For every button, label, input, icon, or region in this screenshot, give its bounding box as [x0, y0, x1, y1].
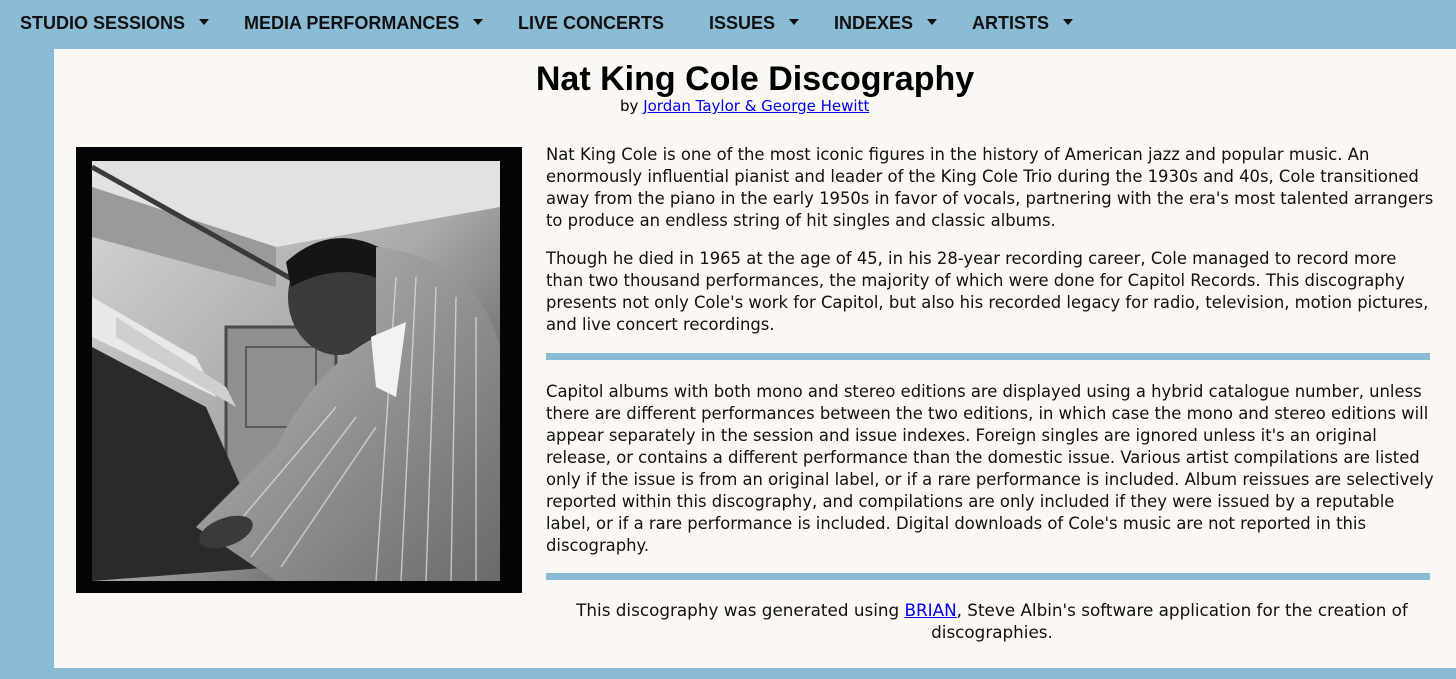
nav-label: ISSUES — [709, 13, 776, 33]
authors-link[interactable]: Jordan Taylor & George Hewitt — [643, 97, 869, 115]
top-nav: STUDIO SESSIONS MEDIA PERFORMANCES LIVE … — [0, 0, 1456, 48]
byline-prefix: by — [620, 97, 639, 115]
footer-text-before: This discography was generated using — [576, 600, 905, 620]
footer-text-after: , Steve Albin's software application for… — [931, 600, 1408, 642]
nav-label: INDEXES — [834, 13, 914, 33]
page-title: Nat King Cole Discography — [54, 59, 1456, 99]
page-title-text: Nat King Cole Discography — [535, 60, 975, 98]
nav-label: STUDIO SESSIONS — [20, 13, 186, 33]
nav-label: MEDIA PERFORMANCES — [244, 13, 460, 33]
brian-link[interactable]: BRIAN — [904, 600, 956, 620]
career-paragraph: Though he died in 1965 at the age of 45,… — [546, 249, 1429, 334]
divider — [546, 353, 1430, 360]
main-panel: Nat King Cole Discography by Jordan Tayl… — [54, 49, 1456, 668]
intro-paragraph: Nat King Cole is one of the most iconic … — [546, 145, 1434, 230]
nav-label: ARTISTS — [972, 13, 1050, 33]
chevron-down-icon — [789, 19, 800, 26]
chevron-down-icon — [473, 19, 484, 26]
nav-studio-sessions[interactable]: STUDIO SESSIONS — [20, 12, 210, 34]
divider — [546, 573, 1430, 580]
nav-live-concerts[interactable]: LIVE CONCERTS — [518, 12, 664, 34]
byline: by Jordan Taylor & George Hewitt — [620, 97, 869, 115]
nav-media-performances[interactable]: MEDIA PERFORMANCES — [244, 12, 484, 34]
chevron-down-icon — [1063, 19, 1074, 26]
notes-paragraph: Capitol albums with both mono and stereo… — [546, 382, 1434, 555]
nav-issues[interactable]: ISSUES — [709, 12, 800, 34]
chevron-down-icon — [199, 19, 210, 26]
nav-indexes[interactable]: INDEXES — [834, 12, 938, 34]
nat-king-cole-photo — [76, 147, 522, 593]
footer-credit: This discography was generated using BRI… — [546, 599, 1438, 643]
chevron-down-icon — [927, 19, 938, 26]
nav-label: LIVE CONCERTS — [518, 13, 665, 33]
nav-artists[interactable]: ARTISTS — [972, 12, 1074, 34]
